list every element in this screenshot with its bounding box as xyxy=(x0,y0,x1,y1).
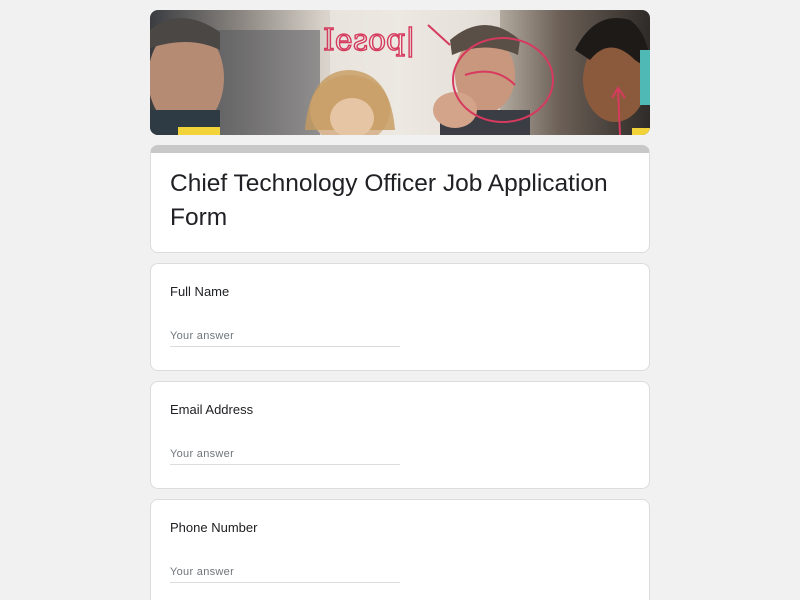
question-card-email: Email Address xyxy=(150,381,650,489)
question-card-full-name: Full Name xyxy=(150,263,650,371)
question-card-phone: Phone Number xyxy=(150,499,650,600)
page-title: Chief Technology Officer Job Application… xyxy=(170,170,608,231)
team-whiteboard-photo-icon: Ieƨoq| xyxy=(150,10,650,135)
form-column: Ieƨoq| Chief Technology Officer Job Appl… xyxy=(150,10,650,600)
question-label-full-name: Full Name xyxy=(170,284,230,299)
form-title-card: Chief Technology Officer Job Application… xyxy=(150,145,650,253)
header-banner-image: Ieƨoq| xyxy=(150,10,650,135)
question-label-phone: Phone Number xyxy=(170,520,258,535)
handwritten-marker-text: Ieƨoq| xyxy=(323,23,415,58)
email-address-input[interactable] xyxy=(170,444,400,465)
phone-number-input[interactable] xyxy=(170,562,400,583)
form-page: Ieƨoq| Chief Technology Officer Job Appl… xyxy=(0,0,800,600)
question-label-email: Email Address xyxy=(170,402,254,417)
full-name-input[interactable] xyxy=(170,326,400,347)
